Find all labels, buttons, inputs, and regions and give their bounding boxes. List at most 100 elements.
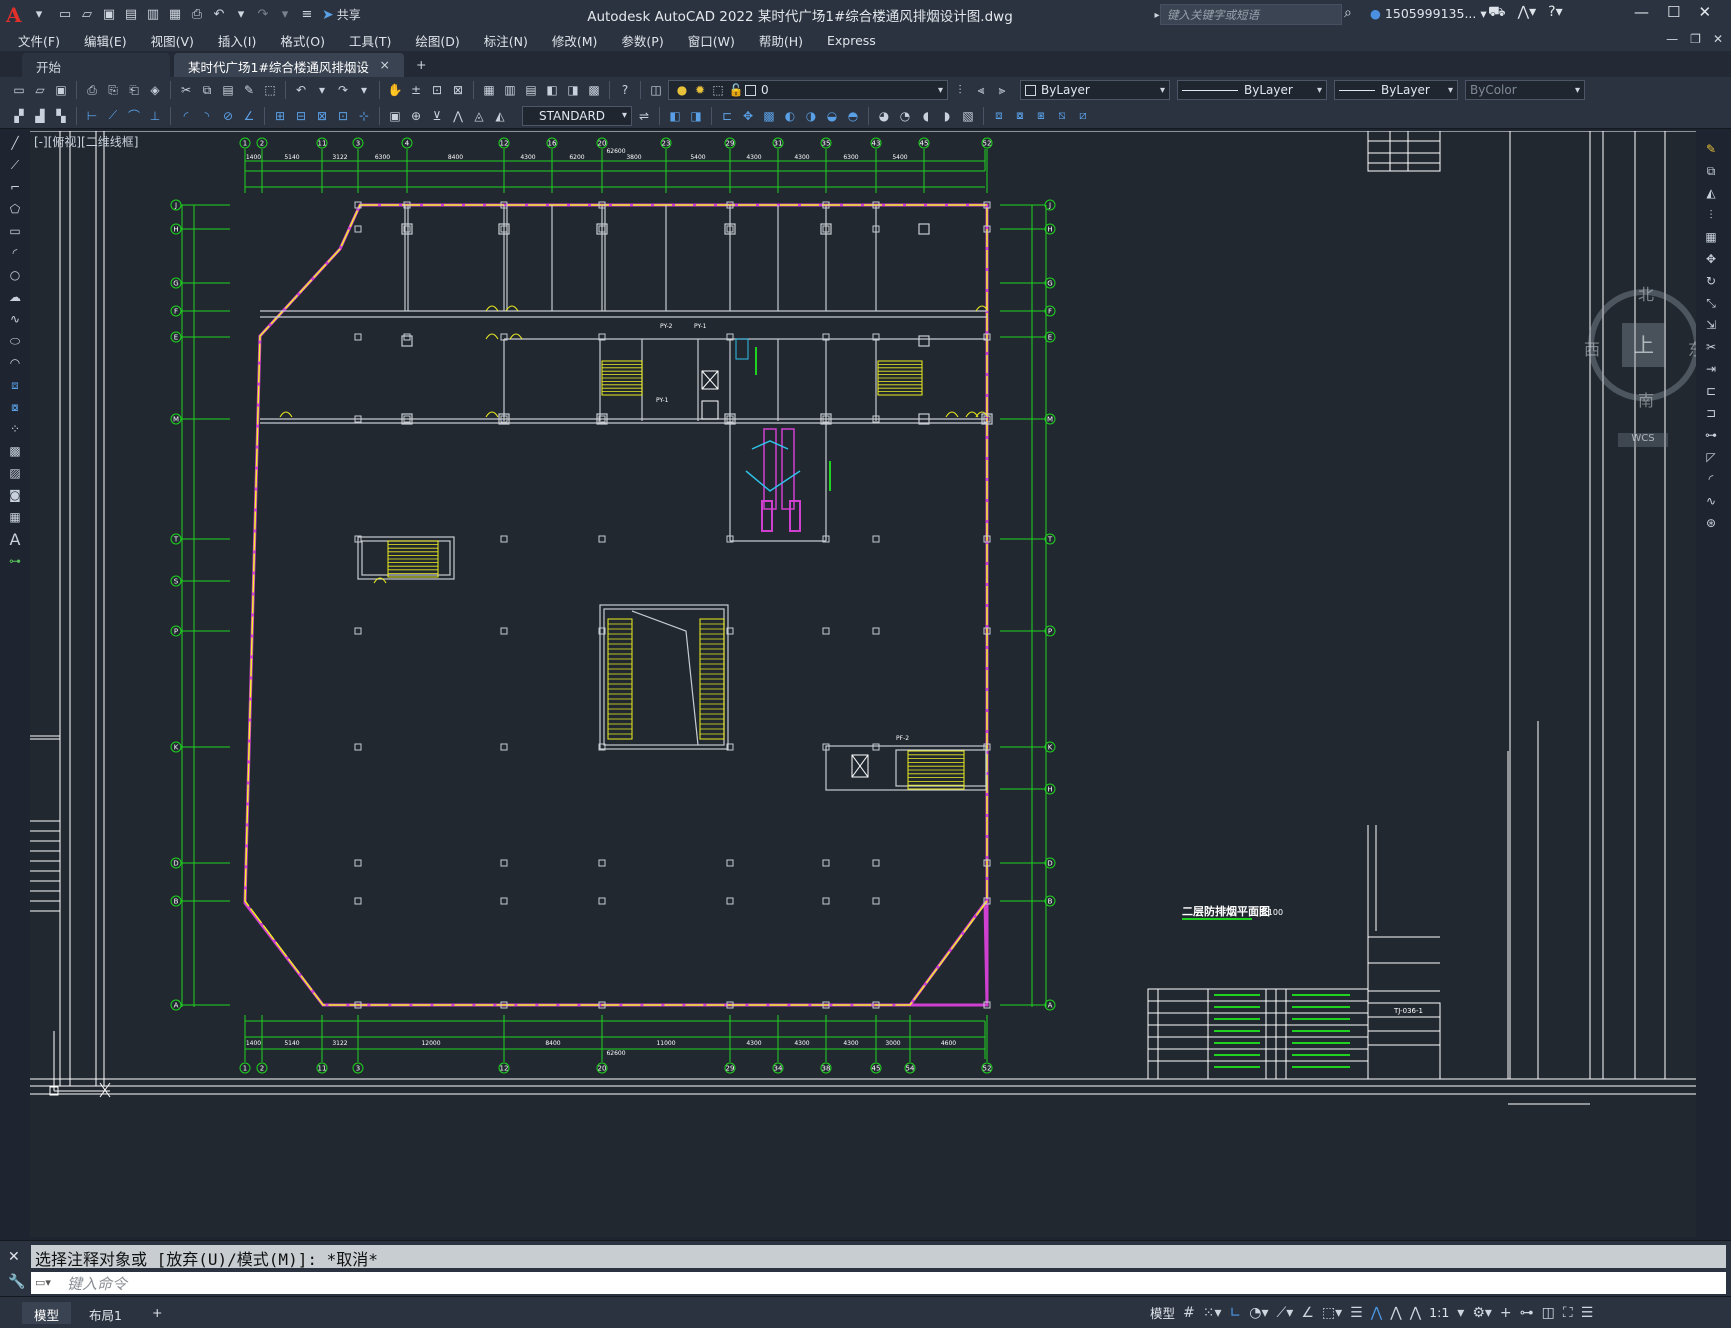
dim-style-icon[interactable]: ▟ bbox=[31, 107, 49, 125]
ordinate-dim-icon[interactable]: ⊥ bbox=[146, 107, 164, 125]
publish-icon[interactable]: ⎗ bbox=[125, 81, 143, 99]
quick-dim-icon[interactable]: ⊞ bbox=[271, 107, 289, 125]
recent-commands-icon[interactable]: ▭▾ bbox=[35, 1276, 51, 1289]
linear-dim-icon[interactable]: ⊢ bbox=[83, 107, 101, 125]
table-style-icon[interactable]: ▚ bbox=[52, 107, 70, 125]
textstyle-combo[interactable]: STANDARD ▾ bbox=[522, 105, 632, 126]
design-center-icon[interactable]: ▥ bbox=[501, 81, 519, 99]
attach-image-icon[interactable]: ⧆ bbox=[1032, 107, 1050, 125]
menu-insert[interactable]: 插入(I) bbox=[218, 31, 256, 50]
polar-tracking-icon[interactable]: ◔▾ bbox=[1249, 1305, 1268, 1321]
circle-icon[interactable]: ○ bbox=[6, 266, 24, 284]
autocad-logo-icon[interactable]: A bbox=[6, 3, 30, 27]
menu-parametric[interactable]: 参数(P) bbox=[621, 31, 663, 50]
ole-icon[interactable]: ⧄ bbox=[1074, 107, 1092, 125]
layer-combo[interactable]: ● ✹ ⬚ 🔓 0 ▾ bbox=[668, 80, 948, 100]
cut-icon[interactable]: ✂ bbox=[177, 81, 195, 99]
menu-format[interactable]: 格式(O) bbox=[280, 31, 325, 50]
inspect-icon[interactable]: ⊻ bbox=[428, 107, 446, 125]
offset-icon[interactable]: ⫶ bbox=[1702, 206, 1720, 224]
viewcube-west[interactable]: 西 bbox=[1584, 336, 1600, 360]
menu-modify[interactable]: 修改(M) bbox=[552, 31, 598, 50]
plot-preview-icon[interactable]: ⎘ bbox=[104, 81, 122, 99]
gradient-icon[interactable]: ▨ bbox=[6, 464, 24, 482]
viewcube[interactable]: 北 南 东 西 上 WCS bbox=[1584, 281, 1696, 447]
save-as-icon[interactable]: ▤ bbox=[122, 6, 140, 24]
markup-icon[interactable]: ◨ bbox=[564, 81, 582, 99]
close-icon[interactable]: ✕ bbox=[8, 1249, 20, 1265]
stretch-icon[interactable]: ⇲ bbox=[1702, 316, 1720, 334]
menu-help[interactable]: 帮助(H) bbox=[759, 31, 803, 50]
maximize-icon[interactable]: ☐ bbox=[1667, 3, 1680, 21]
help-icon[interactable]: ?▾ bbox=[1548, 4, 1562, 22]
annotation-monitor-icon[interactable]: + bbox=[1500, 1305, 1512, 1321]
diameter-dim-icon[interactable]: ⊘ bbox=[219, 107, 237, 125]
annotation-visibility-icon[interactable]: ⋀ bbox=[1371, 1305, 1382, 1321]
align-icon[interactable]: ⊏ bbox=[718, 107, 736, 125]
command-input[interactable]: 键入命令 bbox=[31, 1272, 1726, 1294]
menu-edit[interactable]: 编辑(E) bbox=[84, 31, 127, 50]
tab-model[interactable]: 模型 bbox=[22, 1301, 72, 1324]
quick-properties-icon[interactable]: ◫ bbox=[1542, 1305, 1555, 1321]
dimedit-icon[interactable]: ◬ bbox=[470, 107, 488, 125]
move-icon[interactable]: ✥ bbox=[1702, 250, 1720, 268]
calculator-icon[interactable]: ▩ bbox=[585, 81, 603, 99]
text-style-icon[interactable]: ▞ bbox=[10, 107, 28, 125]
table-icon[interactable]: ▦ bbox=[6, 508, 24, 526]
layer-previous-icon[interactable]: ⫷ bbox=[972, 81, 990, 99]
zoom-realtime-icon[interactable]: ± bbox=[407, 81, 425, 99]
union-icon[interactable]: ◧ bbox=[666, 107, 684, 125]
rectangle-icon[interactable]: ▭ bbox=[6, 222, 24, 240]
dim-update-icon[interactable]: ⇌ bbox=[635, 107, 653, 125]
revision-cloud-icon[interactable]: ☁ bbox=[6, 288, 24, 306]
save-icon[interactable]: ▣ bbox=[52, 81, 70, 99]
undo-icon[interactable]: ↶ bbox=[210, 6, 228, 24]
viewport-controls-label[interactable]: [-][俯视][二维线框] bbox=[34, 133, 138, 150]
arc-length-icon[interactable]: ⌒ bbox=[125, 107, 143, 125]
viewcube-east[interactable]: 东 bbox=[1688, 336, 1696, 360]
ortho-icon[interactable]: ∟ bbox=[1230, 1305, 1242, 1321]
customize-wrench-icon[interactable]: 🔧 bbox=[8, 1274, 25, 1290]
layer-state-icon[interactable]: ⫸ bbox=[993, 81, 1011, 99]
menu-express[interactable]: Express bbox=[827, 33, 876, 48]
chamfer-icon[interactable]: ◸ bbox=[1702, 448, 1720, 466]
radius-dim-icon[interactable]: ◜ bbox=[177, 107, 195, 125]
extrude-icon[interactable]: ▩ bbox=[760, 107, 778, 125]
mirror-icon[interactable]: ◭ bbox=[1702, 184, 1720, 202]
multiline-text-icon[interactable]: A bbox=[6, 530, 24, 549]
menu-draw[interactable]: 绘图(D) bbox=[415, 31, 459, 50]
plot-icon[interactable]: ⎙ bbox=[83, 81, 101, 99]
materials-icon[interactable]: ◖ bbox=[917, 107, 935, 125]
insert-block-icon[interactable]: ⧈ bbox=[6, 376, 24, 394]
undo-icon[interactable]: ↶ bbox=[292, 81, 310, 99]
open-icon[interactable]: ▱ bbox=[31, 81, 49, 99]
line-icon[interactable]: ╱ bbox=[6, 134, 24, 152]
autodesk-a360-icon[interactable]: ⋀▾ bbox=[1518, 4, 1537, 22]
rotate-icon[interactable]: ↻ bbox=[1702, 272, 1720, 290]
tab-layout1[interactable]: 布局1 bbox=[77, 1302, 134, 1324]
linetype-combo[interactable]: ByLayer ▾ bbox=[1177, 80, 1327, 100]
ellipse-arc-icon[interactable]: ◠ bbox=[6, 354, 24, 372]
scale-dropdown-icon[interactable]: ▾ bbox=[1457, 1305, 1464, 1321]
cart-icon[interactable]: ⛟ bbox=[1488, 4, 1506, 22]
qnew-icon[interactable]: ▭ bbox=[10, 81, 28, 99]
open-web-icon[interactable]: ▥ bbox=[144, 6, 162, 24]
make-block-icon[interactable]: ⧇ bbox=[6, 398, 24, 416]
close-window-icon[interactable]: ✕ bbox=[1698, 3, 1711, 21]
dim-space-icon[interactable]: ⊡ bbox=[334, 107, 352, 125]
continue-dim-icon[interactable]: ⊠ bbox=[313, 107, 331, 125]
xref-icon[interactable]: ⧇ bbox=[1011, 107, 1029, 125]
break-at-point-icon[interactable]: ⊏ bbox=[1702, 382, 1720, 400]
match-properties-icon[interactable]: ✎ bbox=[240, 81, 258, 99]
polygon-icon[interactable]: ⬠ bbox=[6, 200, 24, 218]
copy-object-icon[interactable]: ⧉ bbox=[1702, 162, 1720, 180]
region-icon[interactable]: ◙ bbox=[6, 486, 24, 504]
section-plane-icon[interactable]: ▧ bbox=[959, 107, 977, 125]
make-current-layer-icon[interactable]: ⫶ bbox=[951, 81, 969, 99]
app-menu-chevron-icon[interactable]: ▾ bbox=[30, 6, 48, 24]
add-layout-button[interactable]: + bbox=[140, 1302, 174, 1324]
point-icon[interactable]: ⁘ bbox=[6, 420, 24, 438]
sheet-set-icon[interactable]: ◧ bbox=[543, 81, 561, 99]
cad-plan-svg[interactable]: 1 2 11 3 4 12 16 20 23 29 31 35 43 45 521 2 11 3 12 20 29 34 3… bbox=[30, 131, 1696, 1237]
jogged-linear-icon[interactable]: ⋀ bbox=[449, 107, 467, 125]
